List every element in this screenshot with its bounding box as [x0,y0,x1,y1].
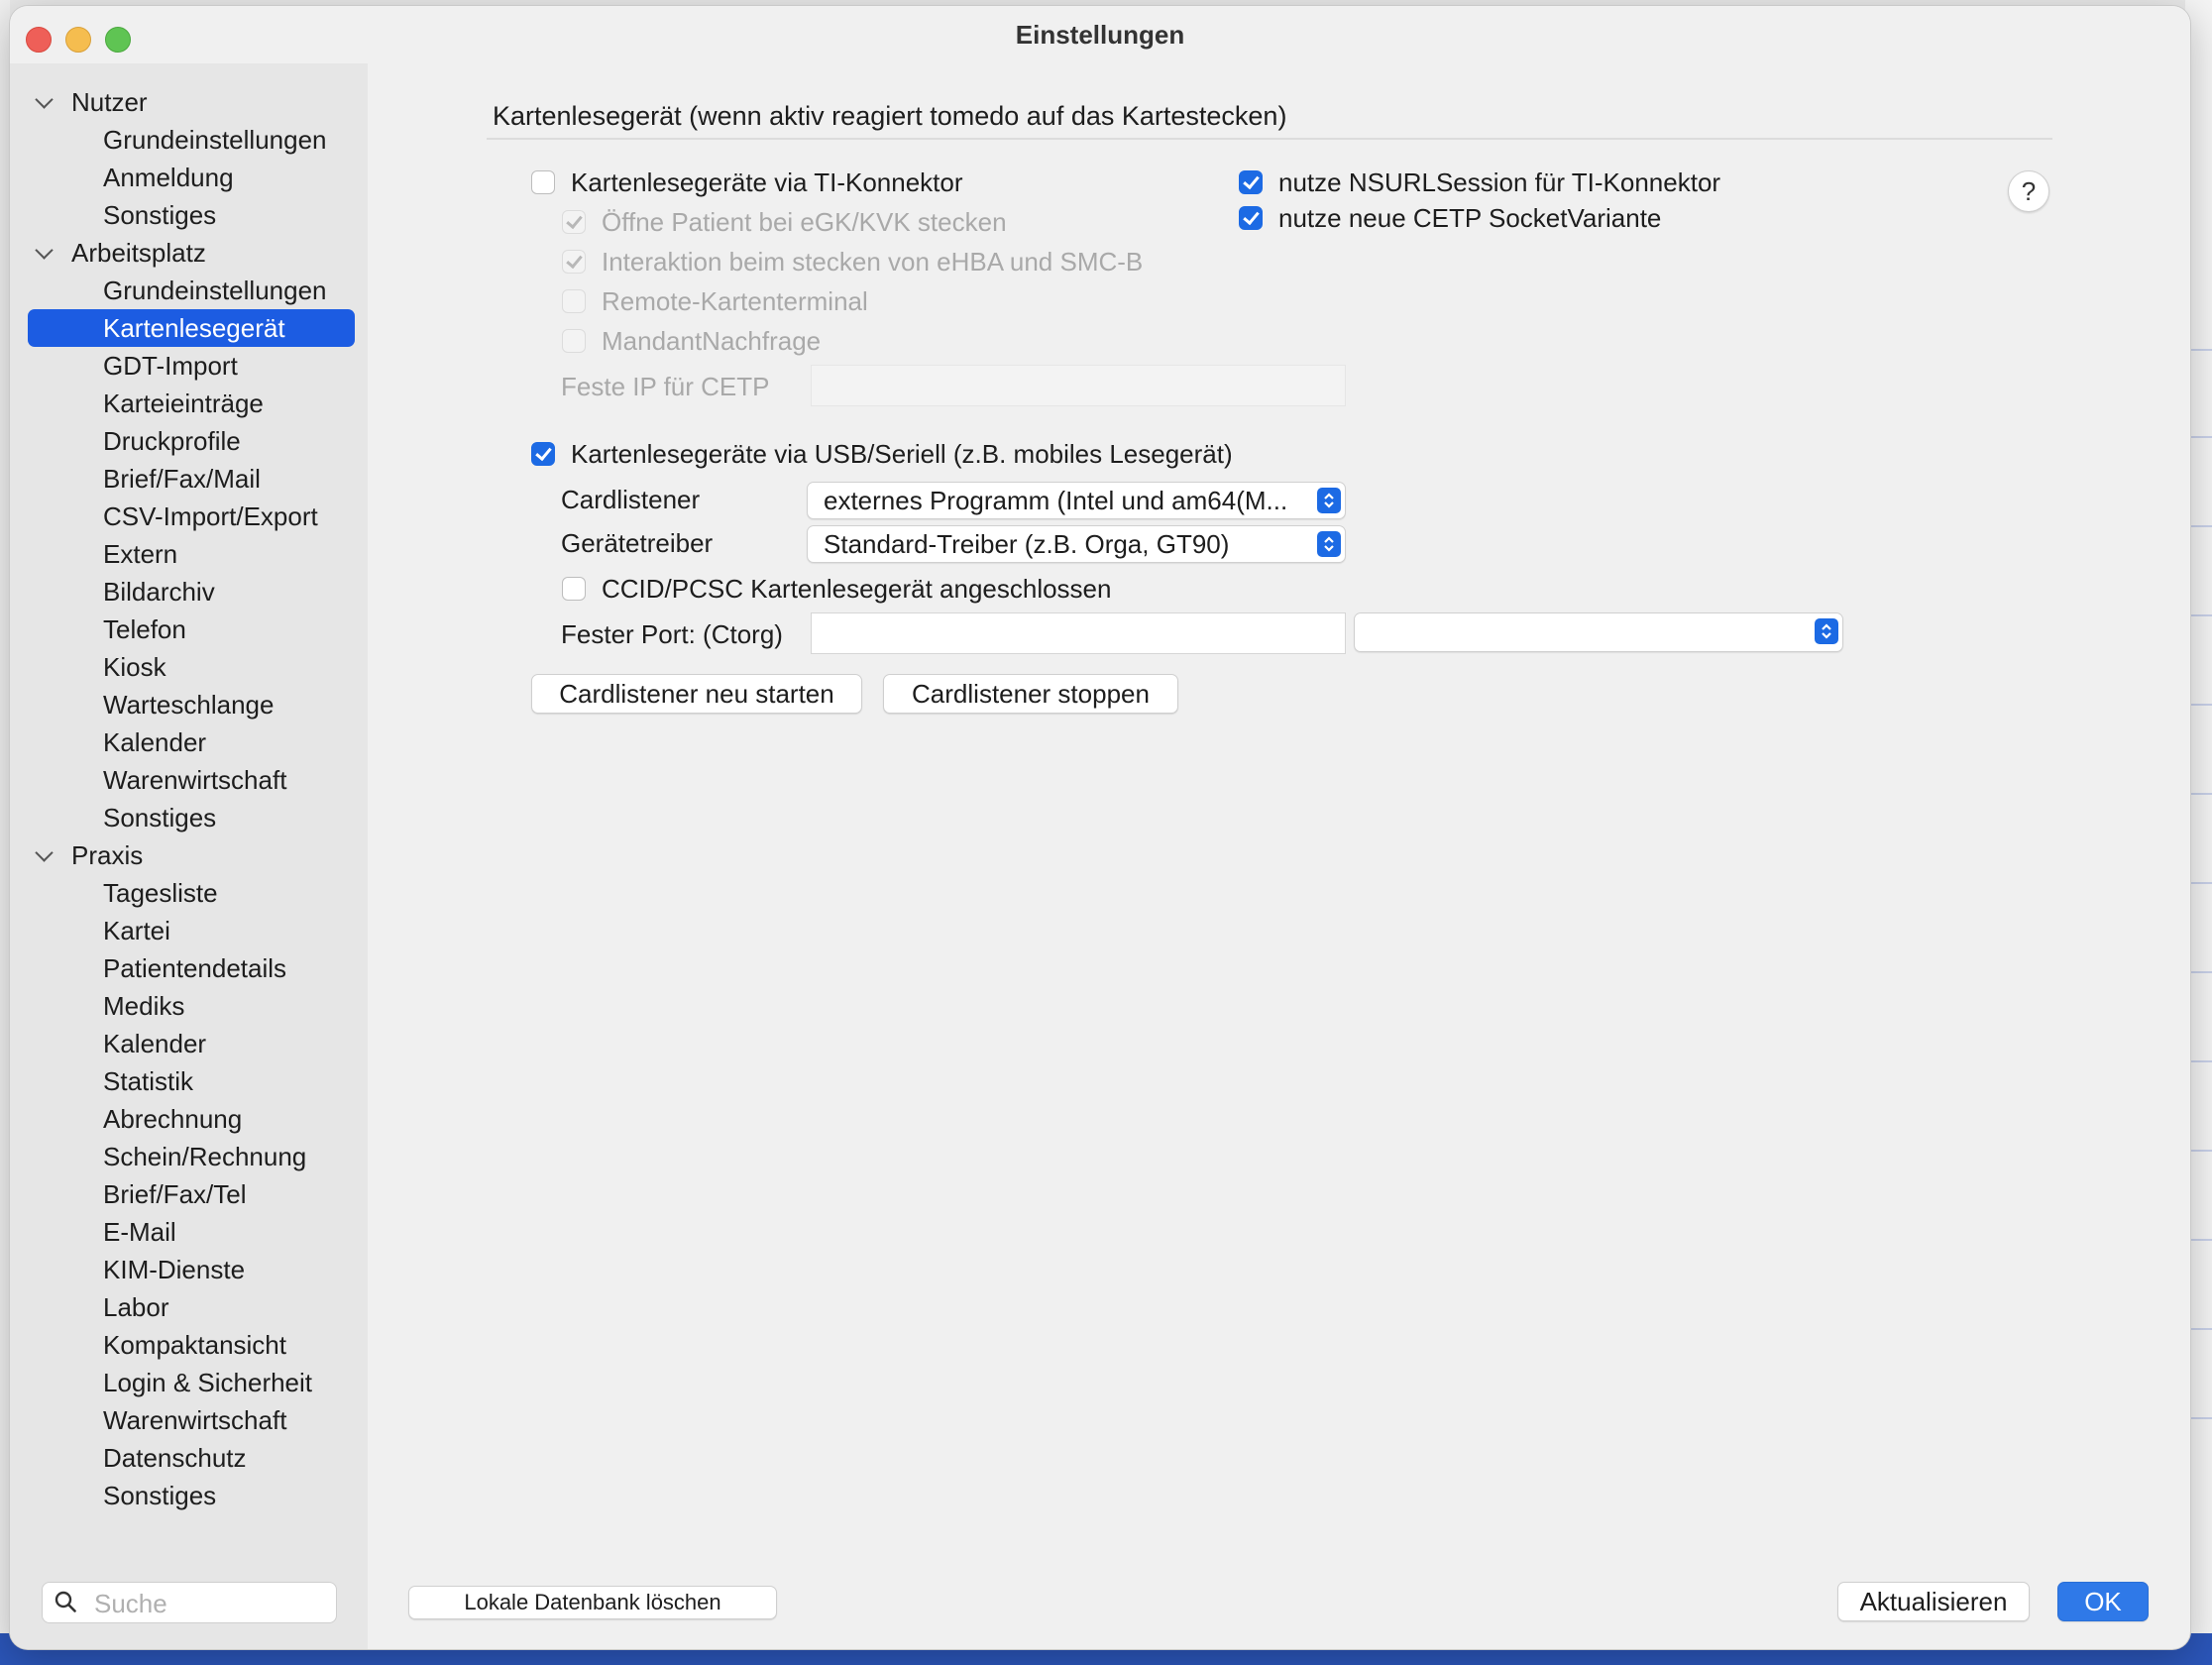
sidebar-item[interactable]: Patientendetails [28,949,355,987]
sidebar-item[interactable]: Warenwirtschaft [28,761,355,799]
sidebar-item[interactable]: Karteieinträge [28,385,355,422]
chevron-down-icon[interactable] [35,90,54,109]
ccid-checkbox[interactable] [562,577,586,601]
driver-label: Gerätetreiber [561,528,714,558]
driver-select[interactable]: Standard-Treiber (z.B. Orga, GT90) [807,525,1346,563]
port-select[interactable] [1354,612,1843,652]
sidebar-item[interactable]: Statistik [28,1062,355,1100]
sidebar: Nutzer Grundeinstellungen Anmeldung Sonstig… [10,63,368,1649]
sidebar-item[interactable]: Sonstiges [28,799,355,836]
sidebar-group-2[interactable]: Praxis [28,836,355,874]
sidebar-item[interactable]: Warenwirtschaft [28,1401,355,1439]
search-icon [55,1591,76,1612]
sidebar-item[interactable]: Warteschlange [28,686,355,723]
sidebar-group-0[interactable]: Nutzer [28,83,355,121]
sidebar-item[interactable]: CSV-Import/Export [28,498,355,535]
sidebar-item[interactable]: Druckprofile [28,422,355,460]
interaction-checkbox [562,250,586,274]
sidebar-item[interactable]: Kalender [28,1025,355,1062]
up-down-arrows-icon [1317,531,1341,557]
help-button[interactable]: ? [2008,170,2049,212]
background-app-left [0,0,10,1665]
title-bar: Einstellungen [10,6,2190,63]
section-divider [487,138,2052,140]
sidebar-item[interactable]: Schein/Rechnung [28,1138,355,1175]
sidebar-item[interactable]: Bildarchiv [28,573,355,610]
sidebar-group-label: Praxis [71,840,144,870]
nsurl-label: nutze NSURLSession für TI-Konnektor [1278,167,1721,197]
sidebar-item[interactable]: Anmeldung [28,159,355,196]
search-field[interactable] [42,1582,337,1623]
window-title: Einstellungen [1015,20,1185,50]
sidebar-item[interactable]: Kalender [28,723,355,761]
up-down-arrows-icon [1815,618,1838,644]
sidebar-group-label: Arbeitsplatz [71,238,206,268]
restart-cardlistener-button[interactable]: Cardlistener neu starten [531,674,862,714]
cetp-label: nutze neue CETP SocketVariante [1278,203,1662,233]
sidebar-item[interactable]: Brief/Fax/Tel [28,1175,355,1213]
sidebar-item[interactable]: Telefon [28,610,355,648]
cetp-checkbox[interactable] [1239,206,1263,230]
delete-local-db-button[interactable]: Lokale Datenbank löschen [408,1586,777,1619]
sidebar-group-1[interactable]: Arbeitsplatz [28,234,355,272]
sidebar-item[interactable]: Grundeinstellungen [28,121,355,159]
sidebar-item[interactable]: Tagesliste [28,874,355,912]
remote-terminal-checkbox [562,289,586,313]
open-patient-checkbox [562,210,586,234]
cardlistener-select[interactable]: externes Programm (Intel und am64(M... [807,482,1346,519]
port-field[interactable] [811,612,1346,654]
search-input[interactable] [92,1587,328,1620]
sidebar-item[interactable]: Sonstiges [28,1477,355,1514]
sidebar-item[interactable]: Extern [28,535,355,573]
sidebar-item[interactable]: E-Mail [28,1213,355,1251]
mandant-checkbox [562,329,586,353]
chevron-down-icon[interactable] [35,241,54,260]
remote-terminal-label: Remote-Kartenterminal [602,286,868,316]
section-title: Kartenlesegerät (wenn aktiv reagiert tom… [493,101,1287,131]
sidebar-item[interactable]: Mediks [28,987,355,1025]
sidebar-item[interactable]: Abrechnung [28,1100,355,1138]
sidebar-item[interactable]: KIM-Dienste [28,1251,355,1288]
open-patient-label: Öffne Patient bei eGK/KVK stecken [602,207,1007,237]
sidebar-item[interactable]: Grundeinstellungen [28,272,355,309]
fixed-ip-label: Feste IP für CETP [561,372,770,401]
sidebar-item[interactable]: Datenschutz [28,1439,355,1477]
sidebar-group-label: Nutzer [71,87,148,117]
mandant-label: MandantNachfrage [602,326,822,356]
up-down-arrows-icon [1317,488,1341,513]
driver-value: Standard-Treiber (z.B. Orga, GT90) [824,529,1230,559]
usb-checkbox[interactable] [531,442,555,466]
cardlistener-value: externes Programm (Intel und am64(M... [824,486,1288,515]
settings-window: Einstellungen Nutzer Grundeinstellungen An… [10,6,2190,1649]
sidebar-item[interactable]: Kartei [28,912,355,949]
fixed-ip-field [811,365,1346,406]
ti-konnektor-label: Kartenlesegeräte via TI-Konnektor [571,167,963,197]
nsurl-checkbox[interactable] [1239,170,1263,194]
chevron-down-icon[interactable] [35,843,54,862]
settings-tree: Nutzer Grundeinstellungen Anmeldung Sonstig… [28,83,355,1514]
sidebar-item[interactable]: Kompaktansicht [28,1326,355,1364]
sidebar-item[interactable]: Labor [28,1288,355,1326]
sidebar-item[interactable]: GDT-Import [28,347,355,385]
ok-button[interactable]: OK [2057,1582,2149,1621]
stop-cardlistener-button[interactable]: Cardlistener stoppen [883,674,1178,714]
ti-konnektor-checkbox[interactable] [531,170,555,194]
sidebar-item[interactable]: Login & Sicherheit [28,1364,355,1401]
usb-label: Kartenlesegeräte via USB/Seriell (z.B. m… [571,439,1233,469]
interaction-label: Interaktion beim stecken von eHBA und SM… [602,247,1144,277]
sidebar-item[interactable]: Kiosk [28,648,355,686]
port-label: Fester Port: (Ctorg) [561,619,783,649]
sidebar-item[interactable]: Brief/Fax/Mail [28,460,355,498]
ccid-label: CCID/PCSC Kartenlesegerät angeschlossen [602,574,1112,604]
refresh-button[interactable]: Aktualisieren [1837,1582,2030,1621]
sidebar-item[interactable]: Sonstiges [28,196,355,234]
cardlistener-label: Cardlistener [561,485,701,514]
sidebar-item[interactable]: Kartenlesegerät [28,309,355,347]
